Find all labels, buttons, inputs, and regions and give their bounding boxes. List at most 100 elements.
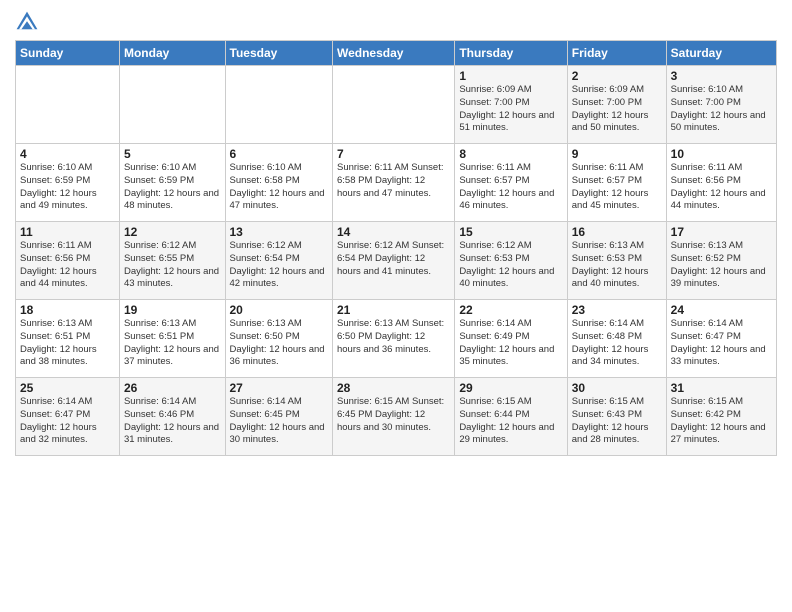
- calendar-week-row: 1Sunrise: 6:09 AM Sunset: 7:00 PM Daylig…: [16, 66, 777, 144]
- day-info: Sunrise: 6:15 AM Sunset: 6:42 PM Dayligh…: [671, 396, 772, 447]
- calendar-cell: 15Sunrise: 6:12 AM Sunset: 6:53 PM Dayli…: [455, 222, 567, 300]
- day-number: 10: [671, 147, 772, 161]
- day-number: 3: [671, 69, 772, 83]
- weekday-row: SundayMondayTuesdayWednesdayThursdayFrid…: [16, 41, 777, 66]
- calendar-cell: 23Sunrise: 6:14 AM Sunset: 6:48 PM Dayli…: [567, 300, 666, 378]
- calendar-cell: 31Sunrise: 6:15 AM Sunset: 6:42 PM Dayli…: [666, 378, 776, 456]
- calendar-cell: 13Sunrise: 6:12 AM Sunset: 6:54 PM Dayli…: [225, 222, 332, 300]
- weekday-header: Thursday: [455, 41, 567, 66]
- day-info: Sunrise: 6:15 AM Sunset: 6:43 PM Dayligh…: [572, 396, 662, 447]
- day-number: 13: [230, 225, 328, 239]
- calendar-week-row: 25Sunrise: 6:14 AM Sunset: 6:47 PM Dayli…: [16, 378, 777, 456]
- day-info: Sunrise: 6:09 AM Sunset: 7:00 PM Dayligh…: [572, 84, 662, 135]
- weekday-header: Tuesday: [225, 41, 332, 66]
- calendar-cell: [332, 66, 454, 144]
- weekday-header: Wednesday: [332, 41, 454, 66]
- calendar-cell: 19Sunrise: 6:13 AM Sunset: 6:51 PM Dayli…: [119, 300, 225, 378]
- day-info: Sunrise: 6:11 AM Sunset: 6:57 PM Dayligh…: [459, 162, 562, 213]
- day-info: Sunrise: 6:12 AM Sunset: 6:54 PM Dayligh…: [230, 240, 328, 291]
- day-info: Sunrise: 6:13 AM Sunset: 6:50 PM Dayligh…: [337, 318, 450, 356]
- day-info: Sunrise: 6:10 AM Sunset: 6:59 PM Dayligh…: [124, 162, 221, 213]
- day-info: Sunrise: 6:12 AM Sunset: 6:54 PM Dayligh…: [337, 240, 450, 278]
- day-info: Sunrise: 6:14 AM Sunset: 6:46 PM Dayligh…: [124, 396, 221, 447]
- day-number: 29: [459, 381, 562, 395]
- calendar-cell: 18Sunrise: 6:13 AM Sunset: 6:51 PM Dayli…: [16, 300, 120, 378]
- calendar-week-row: 18Sunrise: 6:13 AM Sunset: 6:51 PM Dayli…: [16, 300, 777, 378]
- day-number: 20: [230, 303, 328, 317]
- day-info: Sunrise: 6:14 AM Sunset: 6:45 PM Dayligh…: [230, 396, 328, 447]
- day-info: Sunrise: 6:11 AM Sunset: 6:56 PM Dayligh…: [671, 162, 772, 213]
- calendar-cell: 12Sunrise: 6:12 AM Sunset: 6:55 PM Dayli…: [119, 222, 225, 300]
- day-number: 16: [572, 225, 662, 239]
- calendar-week-row: 4Sunrise: 6:10 AM Sunset: 6:59 PM Daylig…: [16, 144, 777, 222]
- calendar-cell: 21Sunrise: 6:13 AM Sunset: 6:50 PM Dayli…: [332, 300, 454, 378]
- day-number: 6: [230, 147, 328, 161]
- day-number: 5: [124, 147, 221, 161]
- calendar-header: SundayMondayTuesdayWednesdayThursdayFrid…: [16, 41, 777, 66]
- day-info: Sunrise: 6:11 AM Sunset: 6:57 PM Dayligh…: [572, 162, 662, 213]
- day-number: 4: [20, 147, 115, 161]
- day-number: 15: [459, 225, 562, 239]
- day-info: Sunrise: 6:14 AM Sunset: 6:49 PM Dayligh…: [459, 318, 562, 369]
- calendar-cell: 11Sunrise: 6:11 AM Sunset: 6:56 PM Dayli…: [16, 222, 120, 300]
- calendar-cell: 14Sunrise: 6:12 AM Sunset: 6:54 PM Dayli…: [332, 222, 454, 300]
- calendar-body: 1Sunrise: 6:09 AM Sunset: 7:00 PM Daylig…: [16, 66, 777, 456]
- day-number: 27: [230, 381, 328, 395]
- calendar-cell: [16, 66, 120, 144]
- day-number: 1: [459, 69, 562, 83]
- calendar-cell: 22Sunrise: 6:14 AM Sunset: 6:49 PM Dayli…: [455, 300, 567, 378]
- calendar-cell: 8Sunrise: 6:11 AM Sunset: 6:57 PM Daylig…: [455, 144, 567, 222]
- day-info: Sunrise: 6:09 AM Sunset: 7:00 PM Dayligh…: [459, 84, 562, 135]
- logo-icon: [15, 10, 39, 34]
- day-number: 30: [572, 381, 662, 395]
- weekday-header: Sunday: [16, 41, 120, 66]
- day-info: Sunrise: 6:11 AM Sunset: 6:58 PM Dayligh…: [337, 162, 450, 200]
- day-number: 8: [459, 147, 562, 161]
- day-info: Sunrise: 6:12 AM Sunset: 6:55 PM Dayligh…: [124, 240, 221, 291]
- day-number: 21: [337, 303, 450, 317]
- day-number: 18: [20, 303, 115, 317]
- calendar-cell: 7Sunrise: 6:11 AM Sunset: 6:58 PM Daylig…: [332, 144, 454, 222]
- day-info: Sunrise: 6:13 AM Sunset: 6:50 PM Dayligh…: [230, 318, 328, 369]
- day-info: Sunrise: 6:12 AM Sunset: 6:53 PM Dayligh…: [459, 240, 562, 291]
- day-number: 28: [337, 381, 450, 395]
- day-number: 31: [671, 381, 772, 395]
- weekday-header: Friday: [567, 41, 666, 66]
- weekday-header: Saturday: [666, 41, 776, 66]
- weekday-header: Monday: [119, 41, 225, 66]
- logo: [15, 10, 41, 34]
- calendar-cell: 10Sunrise: 6:11 AM Sunset: 6:56 PM Dayli…: [666, 144, 776, 222]
- day-number: 14: [337, 225, 450, 239]
- calendar-table: SundayMondayTuesdayWednesdayThursdayFrid…: [15, 40, 777, 456]
- calendar-cell: 24Sunrise: 6:14 AM Sunset: 6:47 PM Dayli…: [666, 300, 776, 378]
- day-number: 9: [572, 147, 662, 161]
- calendar-cell: 25Sunrise: 6:14 AM Sunset: 6:47 PM Dayli…: [16, 378, 120, 456]
- calendar-cell: [119, 66, 225, 144]
- day-info: Sunrise: 6:13 AM Sunset: 6:51 PM Dayligh…: [124, 318, 221, 369]
- day-number: 22: [459, 303, 562, 317]
- calendar-cell: 30Sunrise: 6:15 AM Sunset: 6:43 PM Dayli…: [567, 378, 666, 456]
- day-info: Sunrise: 6:13 AM Sunset: 6:51 PM Dayligh…: [20, 318, 115, 369]
- calendar-cell: 2Sunrise: 6:09 AM Sunset: 7:00 PM Daylig…: [567, 66, 666, 144]
- day-number: 17: [671, 225, 772, 239]
- calendar-cell: 3Sunrise: 6:10 AM Sunset: 7:00 PM Daylig…: [666, 66, 776, 144]
- calendar-cell: 17Sunrise: 6:13 AM Sunset: 6:52 PM Dayli…: [666, 222, 776, 300]
- page-container: SundayMondayTuesdayWednesdayThursdayFrid…: [0, 0, 792, 461]
- day-number: 12: [124, 225, 221, 239]
- day-number: 24: [671, 303, 772, 317]
- calendar-cell: 20Sunrise: 6:13 AM Sunset: 6:50 PM Dayli…: [225, 300, 332, 378]
- day-info: Sunrise: 6:14 AM Sunset: 6:47 PM Dayligh…: [671, 318, 772, 369]
- calendar-cell: 9Sunrise: 6:11 AM Sunset: 6:57 PM Daylig…: [567, 144, 666, 222]
- day-info: Sunrise: 6:10 AM Sunset: 6:58 PM Dayligh…: [230, 162, 328, 213]
- day-info: Sunrise: 6:14 AM Sunset: 6:48 PM Dayligh…: [572, 318, 662, 369]
- calendar-cell: 28Sunrise: 6:15 AM Sunset: 6:45 PM Dayli…: [332, 378, 454, 456]
- day-number: 11: [20, 225, 115, 239]
- day-number: 23: [572, 303, 662, 317]
- calendar-cell: 6Sunrise: 6:10 AM Sunset: 6:58 PM Daylig…: [225, 144, 332, 222]
- day-number: 26: [124, 381, 221, 395]
- day-info: Sunrise: 6:15 AM Sunset: 6:45 PM Dayligh…: [337, 396, 450, 434]
- day-number: 19: [124, 303, 221, 317]
- calendar-cell: 16Sunrise: 6:13 AM Sunset: 6:53 PM Dayli…: [567, 222, 666, 300]
- calendar-cell: [225, 66, 332, 144]
- day-info: Sunrise: 6:10 AM Sunset: 6:59 PM Dayligh…: [20, 162, 115, 213]
